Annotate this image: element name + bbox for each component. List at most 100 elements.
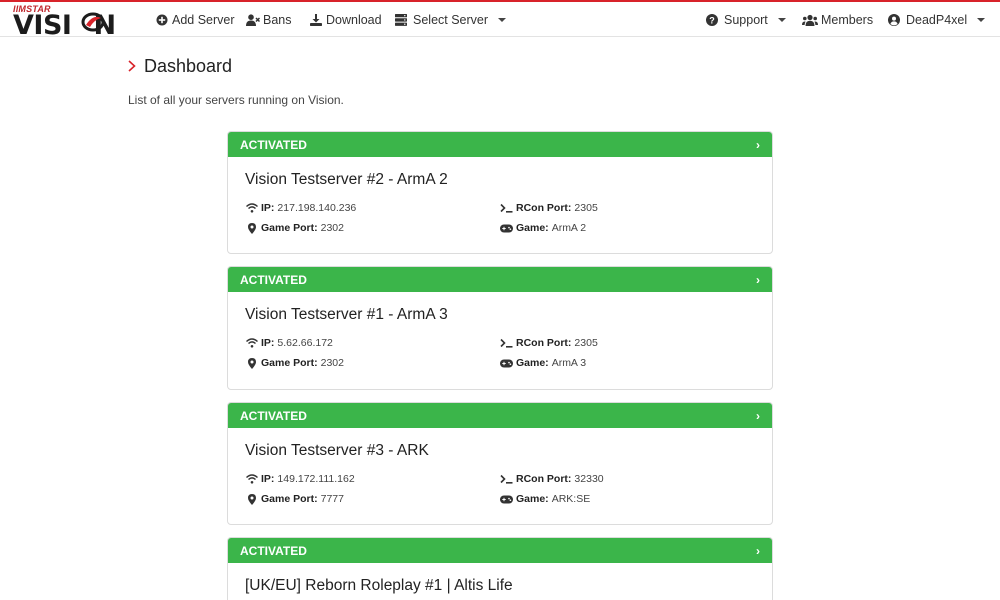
nav-select-server-dropdown[interactable]: Select Server xyxy=(394,2,507,37)
server-card-header[interactable]: ACTIVATED › xyxy=(228,267,772,292)
nav-download-label: Download xyxy=(326,12,382,27)
server-rcon-port: RCon Port: 2305 xyxy=(500,202,598,214)
server-card-header[interactable]: ACTIVATED › xyxy=(228,538,772,563)
ip-label: IP: xyxy=(261,202,275,214)
game-port-label: Game Port: xyxy=(261,493,318,505)
gamepad-icon xyxy=(500,493,513,505)
rcon-port-label: RCon Port: xyxy=(516,337,572,349)
server-game: Game: ArmA 3 xyxy=(500,357,586,369)
game-port-value: 2302 xyxy=(320,222,344,234)
rcon-port-label: RCon Port: xyxy=(516,202,572,214)
server-card: ACTIVATED › Vision Testserver #1 - ArmA … xyxy=(227,266,773,390)
map-marker-icon xyxy=(245,222,258,234)
server-name: Vision Testserver #1 - ArmA 3 xyxy=(245,306,448,323)
server-card: ACTIVATED › Vision Testserver #3 - ARK I… xyxy=(227,402,773,525)
top-navbar: IIMSTAR VISI N Add Server Bans Download S… xyxy=(0,2,1000,41)
vision-logo[interactable]: IIMSTAR VISI N xyxy=(13,4,131,41)
server-ip: IP: 217.198.140.236 xyxy=(245,202,356,214)
terminal-icon xyxy=(500,202,513,214)
user-ban-icon xyxy=(246,13,260,27)
game-port-label: Game Port: xyxy=(261,357,318,369)
status-badge: ACTIVATED xyxy=(240,543,307,558)
game-label: Game: xyxy=(516,493,549,505)
server-name: Vision Testserver #3 - ARK xyxy=(245,442,429,459)
nav-support-dropdown[interactable]: ? Support xyxy=(705,2,786,37)
server-ip: IP: 5.62.66.172 xyxy=(245,337,333,349)
game-value: ARK:SE xyxy=(551,493,591,505)
server-card: ACTIVATED › Vision Testserver #2 - ArmA … xyxy=(227,131,773,254)
question-circle-icon: ? xyxy=(705,13,719,27)
rcon-port-value: 2305 xyxy=(574,337,598,349)
ip-value: 217.198.140.236 xyxy=(277,202,357,214)
game-value: ArmA 3 xyxy=(551,357,587,369)
server-game: Game: ArmA 2 xyxy=(500,222,586,234)
page-header: Dashboard xyxy=(128,54,232,78)
nav-bans[interactable]: Bans xyxy=(246,2,292,37)
server-game: Game: ARK:SE xyxy=(500,493,590,505)
nav-add-server-label: Add Server xyxy=(172,12,235,27)
server-card: ACTIVATED › [UK/EU] Reborn Roleplay #1 |… xyxy=(227,537,773,600)
gamepad-icon xyxy=(500,357,513,369)
nav-support-label: Support xyxy=(724,12,768,27)
server-name: Vision Testserver #2 - ArmA 2 xyxy=(245,171,448,188)
map-marker-icon xyxy=(245,357,258,369)
wifi-icon xyxy=(245,337,258,349)
game-label: Game: xyxy=(516,222,549,234)
game-port-label: Game Port: xyxy=(261,222,318,234)
nav-download[interactable]: Download xyxy=(309,2,382,37)
logo-eye-icon xyxy=(81,12,105,32)
server-game-port: Game Port: 7777 xyxy=(245,493,344,505)
server-icon xyxy=(394,13,408,27)
users-icon xyxy=(802,13,818,27)
chevron-right-icon: › xyxy=(756,137,760,152)
map-marker-icon xyxy=(245,493,258,505)
nav-members[interactable]: Members xyxy=(802,2,873,37)
rcon-port-label: RCon Port: xyxy=(516,473,572,485)
chevron-down-icon xyxy=(977,17,986,22)
download-icon xyxy=(309,13,323,27)
gamepad-icon xyxy=(500,222,513,234)
terminal-icon xyxy=(500,337,513,349)
server-rcon-port: RCon Port: 2305 xyxy=(500,337,598,349)
nav-add-server[interactable]: Add Server xyxy=(155,2,235,37)
server-rcon-port: RCon Port: 32330 xyxy=(500,473,604,485)
page-title: Dashboard xyxy=(144,55,233,76)
user-circle-icon xyxy=(887,13,901,27)
terminal-icon xyxy=(500,473,513,485)
chevron-right-icon xyxy=(128,56,136,77)
rcon-port-value: 32330 xyxy=(574,473,604,485)
plus-circle-icon xyxy=(155,13,169,27)
game-value: ArmA 2 xyxy=(551,222,587,234)
game-label: Game: xyxy=(516,357,549,369)
game-port-value: 7777 xyxy=(320,493,344,505)
ip-value: 5.62.66.172 xyxy=(277,337,333,349)
ip-value: 149.172.111.162 xyxy=(277,473,355,485)
server-ip: IP: 149.172.111.162 xyxy=(245,473,355,485)
ip-label: IP: xyxy=(261,337,275,349)
status-badge: ACTIVATED xyxy=(240,137,307,152)
nav-select-server-label: Select Server xyxy=(413,12,489,27)
server-name: [UK/EU] Reborn Roleplay #1 | Altis Life xyxy=(245,577,513,594)
ip-label: IP: xyxy=(261,473,275,485)
chevron-right-icon: › xyxy=(756,272,760,287)
chevron-down-icon xyxy=(498,17,507,22)
status-badge: ACTIVATED xyxy=(240,408,307,423)
nav-user-dropdown[interactable]: DeadP4xel xyxy=(887,2,986,37)
server-game-port: Game Port: 2302 xyxy=(245,222,344,234)
server-game-port: Game Port: 2302 xyxy=(245,357,344,369)
status-badge: ACTIVATED xyxy=(240,272,307,287)
svg-text:?: ? xyxy=(709,15,715,25)
page-subtitle: List of all your servers running on Visi… xyxy=(128,93,344,107)
chevron-right-icon: › xyxy=(756,408,760,423)
game-port-value: 2302 xyxy=(320,357,344,369)
nav-members-label: Members xyxy=(821,12,874,27)
nav-bans-label: Bans xyxy=(263,12,292,27)
chevron-right-icon: › xyxy=(756,543,760,558)
wifi-icon xyxy=(245,473,258,485)
server-card-header[interactable]: ACTIVATED › xyxy=(228,403,772,428)
chevron-down-icon xyxy=(777,17,786,22)
nav-user-label: DeadP4xel xyxy=(906,12,968,27)
rcon-port-value: 2305 xyxy=(574,202,598,214)
server-card-header[interactable]: ACTIVATED › xyxy=(228,132,772,157)
wifi-icon xyxy=(245,202,258,214)
